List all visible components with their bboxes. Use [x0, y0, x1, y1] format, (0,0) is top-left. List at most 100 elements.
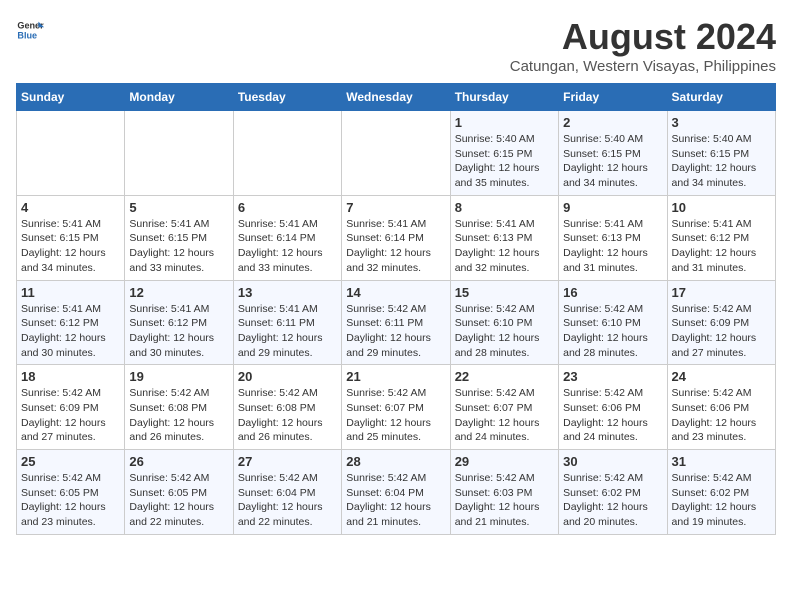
day-cell: 23 Sunrise: 5:42 AM Sunset: 6:06 PM Dayli…: [559, 365, 667, 450]
day-number: 20: [238, 369, 337, 384]
day-number: 7: [346, 200, 445, 215]
day-number: 8: [455, 200, 554, 215]
header-cell-tuesday: Tuesday: [233, 84, 341, 111]
day-info: Sunrise: 5:41 AM Sunset: 6:12 PM Dayligh…: [129, 302, 228, 361]
day-number: 5: [129, 200, 228, 215]
header: General Blue August 2024 Catungan, Weste…: [16, 16, 776, 75]
subtitle: Catungan, Western Visayas, Philippines: [510, 58, 776, 75]
day-cell: 4 Sunrise: 5:41 AM Sunset: 6:15 PM Daylig…: [17, 195, 125, 280]
day-cell: 2Sunrise: 5:40 AM Sunset: 6:15 PM Daylig…: [559, 111, 667, 196]
day-info: Sunrise: 5:41 AM Sunset: 6:12 PM Dayligh…: [672, 217, 771, 276]
day-info: Sunrise: 5:42 AM Sunset: 6:04 PM Dayligh…: [238, 471, 337, 530]
day-info: Sunrise: 5:41 AM Sunset: 6:14 PM Dayligh…: [346, 217, 445, 276]
day-info: Sunrise: 5:42 AM Sunset: 6:04 PM Dayligh…: [346, 471, 445, 530]
title-area: August 2024 Catungan, Western Visayas, P…: [510, 16, 776, 75]
day-info: Sunrise: 5:42 AM Sunset: 6:05 PM Dayligh…: [21, 471, 120, 530]
day-number: 13: [238, 285, 337, 300]
day-info: Sunrise: 5:42 AM Sunset: 6:06 PM Dayligh…: [672, 386, 771, 445]
day-number: 3: [672, 115, 771, 130]
calendar-header: SundayMondayTuesdayWednesdayThursdayFrid…: [17, 84, 776, 111]
day-number: 12: [129, 285, 228, 300]
day-cell: 21Sunrise: 5:42 AM Sunset: 6:07 PM Dayli…: [342, 365, 450, 450]
svg-text:Blue: Blue: [17, 30, 37, 40]
day-cell: 15Sunrise: 5:42 AM Sunset: 6:10 PM Dayli…: [450, 280, 558, 365]
day-cell: 18 Sunrise: 5:42 AM Sunset: 6:09 PM Dayli…: [17, 365, 125, 450]
day-info: Sunrise: 5:42 AM Sunset: 6:11 PM Dayligh…: [346, 302, 445, 361]
day-info: Sunrise: 5:42 AM Sunset: 6:07 PM Dayligh…: [455, 386, 554, 445]
day-cell: 14 Sunrise: 5:42 AM Sunset: 6:11 PM Dayli…: [342, 280, 450, 365]
day-info: Sunrise: 5:42 AM Sunset: 6:02 PM Dayligh…: [672, 471, 771, 530]
day-info: Sunrise: 5:40 AM Sunset: 6:15 PM Dayligh…: [455, 132, 554, 191]
day-number: 6: [238, 200, 337, 215]
day-cell: 26Sunrise: 5:42 AM Sunset: 6:05 PM Dayli…: [125, 450, 233, 535]
day-info: Sunrise: 5:41 AM Sunset: 6:15 PM Dayligh…: [21, 217, 120, 276]
header-cell-friday: Friday: [559, 84, 667, 111]
week-row-5: 25 Sunrise: 5:42 AM Sunset: 6:05 PM Dayli…: [17, 450, 776, 535]
day-cell: 8 Sunrise: 5:41 AM Sunset: 6:13 PM Daylig…: [450, 195, 558, 280]
week-row-4: 18 Sunrise: 5:42 AM Sunset: 6:09 PM Dayli…: [17, 365, 776, 450]
day-number: 9: [563, 200, 662, 215]
day-info: Sunrise: 5:42 AM Sunset: 6:09 PM Dayligh…: [672, 302, 771, 361]
day-number: 22: [455, 369, 554, 384]
day-number: 11: [21, 285, 120, 300]
day-cell: 28 Sunrise: 5:42 AM Sunset: 6:04 PM Dayli…: [342, 450, 450, 535]
day-cell: 5 Sunrise: 5:41 AM Sunset: 6:15 PM Daylig…: [125, 195, 233, 280]
day-cell: 30 Sunrise: 5:42 AM Sunset: 6:02 PM Dayli…: [559, 450, 667, 535]
day-info: Sunrise: 5:42 AM Sunset: 6:06 PM Dayligh…: [563, 386, 662, 445]
day-number: 16: [563, 285, 662, 300]
header-cell-monday: Monday: [125, 84, 233, 111]
day-cell: 12 Sunrise: 5:41 AM Sunset: 6:12 PM Dayli…: [125, 280, 233, 365]
calendar-table: SundayMondayTuesdayWednesdayThursdayFrid…: [16, 83, 776, 535]
header-row: SundayMondayTuesdayWednesdayThursdayFrid…: [17, 84, 776, 111]
day-info: Sunrise: 5:41 AM Sunset: 6:14 PM Dayligh…: [238, 217, 337, 276]
day-info: Sunrise: 5:41 AM Sunset: 6:12 PM Dayligh…: [21, 302, 120, 361]
day-number: 14: [346, 285, 445, 300]
week-row-1: 1Sunrise: 5:40 AM Sunset: 6:15 PM Daylig…: [17, 111, 776, 196]
day-cell: 7 Sunrise: 5:41 AM Sunset: 6:14 PM Daylig…: [342, 195, 450, 280]
day-number: 2: [563, 115, 662, 130]
main-title: August 2024: [510, 16, 776, 58]
day-info: Sunrise: 5:42 AM Sunset: 6:09 PM Dayligh…: [21, 386, 120, 445]
day-cell: 9 Sunrise: 5:41 AM Sunset: 6:13 PM Daylig…: [559, 195, 667, 280]
day-cell: 24 Sunrise: 5:42 AM Sunset: 6:06 PM Dayli…: [667, 365, 775, 450]
day-cell: 13Sunrise: 5:41 AM Sunset: 6:11 PM Dayli…: [233, 280, 341, 365]
logo-icon: General Blue: [16, 16, 44, 44]
day-info: Sunrise: 5:42 AM Sunset: 6:10 PM Dayligh…: [455, 302, 554, 361]
day-number: 29: [455, 454, 554, 469]
day-info: Sunrise: 5:42 AM Sunset: 6:08 PM Dayligh…: [238, 386, 337, 445]
day-cell: 19Sunrise: 5:42 AM Sunset: 6:08 PM Dayli…: [125, 365, 233, 450]
day-number: 31: [672, 454, 771, 469]
day-number: 23: [563, 369, 662, 384]
day-number: 24: [672, 369, 771, 384]
day-cell: 27 Sunrise: 5:42 AM Sunset: 6:04 PM Dayli…: [233, 450, 341, 535]
day-info: Sunrise: 5:42 AM Sunset: 6:05 PM Dayligh…: [129, 471, 228, 530]
day-number: 18: [21, 369, 120, 384]
day-number: 28: [346, 454, 445, 469]
header-cell-thursday: Thursday: [450, 84, 558, 111]
day-info: Sunrise: 5:41 AM Sunset: 6:13 PM Dayligh…: [563, 217, 662, 276]
day-number: 4: [21, 200, 120, 215]
day-cell: 25 Sunrise: 5:42 AM Sunset: 6:05 PM Dayli…: [17, 450, 125, 535]
day-number: 21: [346, 369, 445, 384]
day-cell: 22 Sunrise: 5:42 AM Sunset: 6:07 PM Dayli…: [450, 365, 558, 450]
day-number: 30: [563, 454, 662, 469]
day-cell: 17Sunrise: 5:42 AM Sunset: 6:09 PM Dayli…: [667, 280, 775, 365]
day-cell: 16Sunrise: 5:42 AM Sunset: 6:10 PM Dayli…: [559, 280, 667, 365]
day-cell: 31 Sunrise: 5:42 AM Sunset: 6:02 PM Dayli…: [667, 450, 775, 535]
logo: General Blue: [16, 16, 44, 44]
day-number: 25: [21, 454, 120, 469]
day-cell: [233, 111, 341, 196]
header-cell-saturday: Saturday: [667, 84, 775, 111]
day-cell: 11 Sunrise: 5:41 AM Sunset: 6:12 PM Dayli…: [17, 280, 125, 365]
day-info: Sunrise: 5:42 AM Sunset: 6:02 PM Dayligh…: [563, 471, 662, 530]
day-cell: 20 Sunrise: 5:42 AM Sunset: 6:08 PM Dayli…: [233, 365, 341, 450]
day-info: Sunrise: 5:40 AM Sunset: 6:15 PM Dayligh…: [672, 132, 771, 191]
day-number: 10: [672, 200, 771, 215]
week-row-3: 11 Sunrise: 5:41 AM Sunset: 6:12 PM Dayli…: [17, 280, 776, 365]
header-cell-wednesday: Wednesday: [342, 84, 450, 111]
day-info: Sunrise: 5:41 AM Sunset: 6:13 PM Dayligh…: [455, 217, 554, 276]
day-info: Sunrise: 5:41 AM Sunset: 6:15 PM Dayligh…: [129, 217, 228, 276]
day-info: Sunrise: 5:42 AM Sunset: 6:08 PM Dayligh…: [129, 386, 228, 445]
day-number: 27: [238, 454, 337, 469]
day-cell: 3 Sunrise: 5:40 AM Sunset: 6:15 PM Daylig…: [667, 111, 775, 196]
